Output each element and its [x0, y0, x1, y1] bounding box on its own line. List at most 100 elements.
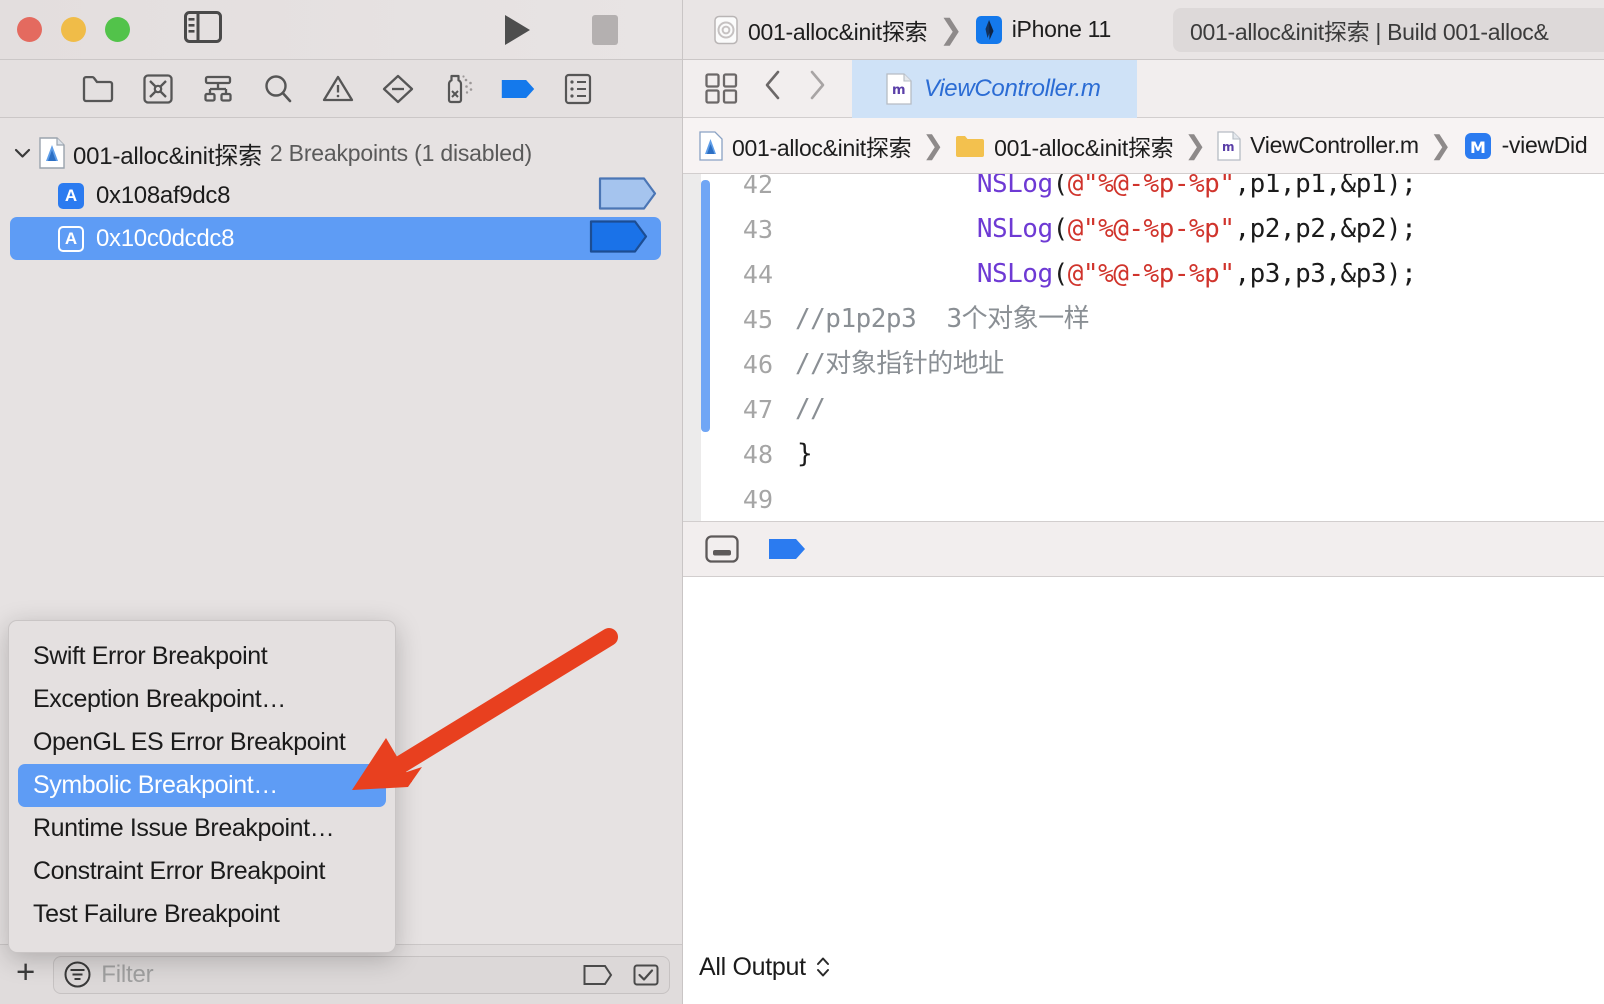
debug-bar — [683, 521, 1604, 577]
breadcrumb-label: 001-alloc&init探索 — [994, 134, 1174, 161]
breadcrumb-item-file[interactable]: m ViewController.m — [1217, 130, 1419, 161]
line-number: 47 — [742, 395, 773, 424]
chevron-right-icon: ❯ — [1184, 130, 1207, 160]
line-code: } — [797, 439, 813, 469]
svg-text:m: m — [1222, 140, 1234, 154]
scheme-selector[interactable]: 001-alloc&init探索 — [713, 13, 928, 47]
objc-m-file-icon: m — [886, 72, 912, 105]
stop-button[interactable] — [592, 15, 618, 45]
editor-pane: 001-alloc&init探索 ❯ iPhone 11 001-alloc&i… — [683, 0, 1604, 1004]
breakpoint-type-menu: Swift Error Breakpoint Exception Breakpo… — [8, 620, 396, 953]
nav-tab-find[interactable] — [260, 71, 296, 107]
simulator-icon — [975, 15, 1003, 45]
editor-file-tab[interactable]: m ViewController.m — [852, 59, 1137, 118]
breakpoint-row-0[interactable]: A 0x108af9dc8 — [0, 174, 682, 217]
source-editor[interactable]: 42 NSLog(@"%@-%p-%p",p1,p1,&p1); 43 NSLo… — [683, 174, 1604, 521]
xcode-project-icon — [39, 137, 65, 169]
nav-tab-report[interactable] — [560, 71, 596, 107]
line-number: 42 — [742, 174, 773, 199]
menu-item-symbolic-breakpoint[interactable]: Symbolic Breakpoint… — [18, 764, 386, 807]
breadcrumb-label: ViewController.m — [1250, 132, 1419, 158]
jump-bar-controls — [683, 70, 852, 108]
svg-text:M: M — [1470, 138, 1486, 157]
breakpoint-group-title: 001-alloc&init探索 — [73, 142, 262, 170]
change-indicator-bar — [701, 180, 710, 432]
destination-selector[interactable]: iPhone 11 — [975, 15, 1111, 45]
nav-tab-issue[interactable] — [320, 71, 356, 107]
filter-field[interactable]: Filter — [53, 955, 670, 994]
related-items-icon[interactable] — [705, 73, 738, 104]
navigator-pane: 001-alloc&init探索 2 Breakpoints (1 disabl… — [0, 0, 683, 1004]
run-stop-controls — [505, 0, 618, 60]
breadcrumb-item-project[interactable]: 001-alloc&init探索 — [699, 129, 912, 163]
console-filter-scope-label: All Output — [699, 952, 806, 981]
window-titlebar — [0, 0, 682, 60]
chevron-right-icon: ❯ — [922, 130, 945, 160]
breakpoint-row-1[interactable]: A 0x10c0dcdc8 — [10, 217, 661, 260]
breakpoint-type-badge: A — [58, 182, 84, 209]
menu-item-exception-breakpoint[interactable]: Exception Breakpoint… — [9, 678, 395, 721]
app-scheme-icon — [713, 15, 739, 45]
navigator-tab-bar — [0, 60, 682, 118]
line-number: 49 — [742, 485, 773, 514]
line-code: // — [795, 394, 826, 424]
build-status-text: 001-alloc&init探索 | Build 001-alloc& — [1190, 19, 1549, 45]
menu-item-runtime-issue-breakpoint[interactable]: Runtime Issue Breakpoint… — [9, 807, 395, 850]
sidebar-toggle-icon[interactable] — [184, 11, 222, 48]
nav-tab-source-control[interactable] — [140, 71, 176, 107]
breakpoint-flag-icon[interactable] — [767, 536, 807, 562]
breadcrumb-item-method[interactable]: M -viewDid — [1463, 131, 1588, 161]
breadcrumb-label: -viewDid — [1501, 132, 1588, 158]
console-output[interactable]: All Output — [683, 577, 1604, 1004]
scheme-name: 001-alloc&init探索 — [748, 18, 928, 45]
xcode-window: 001-alloc&init探索 2 Breakpoints (1 disabl… — [0, 0, 1604, 1004]
nav-tab-symbol[interactable] — [200, 71, 236, 107]
menu-item-opengl-es-error-breakpoint[interactable]: OpenGL ES Error Breakpoint — [9, 721, 395, 764]
editor-gutter — [683, 174, 701, 521]
traffic-lights — [17, 17, 130, 42]
breakpoint-flag-icon-enabled[interactable] — [589, 218, 649, 259]
navigator-filter-bar: + Filter — [0, 944, 682, 1004]
breadcrumb: 001-alloc&init探索 ❯ 001-alloc&init探索 ❯ m — [683, 118, 1604, 174]
close-button[interactable] — [17, 17, 42, 42]
nav-tab-test[interactable] — [380, 71, 416, 107]
line-number: 44 — [742, 260, 773, 289]
breakpoint-flag-outline-icon[interactable] — [583, 964, 613, 986]
checkbox-checked-icon[interactable] — [633, 964, 659, 986]
method-m-icon: M — [1463, 131, 1493, 161]
chevron-left-icon[interactable] — [764, 70, 782, 108]
add-breakpoint-button[interactable]: + — [8, 955, 43, 994]
minimize-button[interactable] — [61, 17, 86, 42]
build-status-bar[interactable]: 001-alloc&init探索 | Build 001-alloc& — [1173, 8, 1604, 52]
breakpoint-address-label: 0x10c0dcdc8 — [96, 224, 235, 252]
up-down-chevron-icon[interactable] — [815, 955, 831, 979]
console-filter-scope-selector[interactable]: All Output — [699, 953, 831, 982]
console-toggle-icon[interactable] — [705, 535, 739, 563]
code-line: 48 } — [701, 432, 1604, 477]
chevron-right-icon[interactable] — [808, 70, 826, 108]
menu-item-swift-error-breakpoint[interactable]: Swift Error Breakpoint — [9, 635, 395, 678]
code-line: 44 NSLog(@"%@-%p-%p",p3,p3,&p3); — [701, 252, 1604, 297]
line-code: //对象指针的地址 — [795, 349, 1004, 379]
breadcrumb-item-group[interactable]: 001-alloc&init探索 — [955, 129, 1174, 163]
run-button[interactable] — [505, 15, 530, 45]
scheme-toolbar: 001-alloc&init探索 ❯ iPhone 11 001-alloc&i… — [683, 0, 1604, 60]
nav-tab-project[interactable] — [80, 71, 116, 107]
zoom-button[interactable] — [105, 17, 130, 42]
filter-funnel-icon[interactable] — [64, 961, 91, 988]
nav-tab-breakpoint[interactable] — [500, 71, 536, 107]
menu-item-constraint-error-breakpoint[interactable]: Constraint Error Breakpoint — [9, 850, 395, 893]
breadcrumb-label: 001-alloc&init探索 — [732, 134, 912, 161]
breakpoint-flag-icon-disabled[interactable] — [598, 175, 658, 216]
code-line: 49 — [701, 477, 1604, 521]
breakpoint-type-badge: A — [58, 225, 84, 252]
nav-tab-debug[interactable] — [440, 71, 476, 107]
breakpoint-address-label: 0x108af9dc8 — [96, 181, 231, 209]
editor-jump-bar: m ViewController.m — [683, 59, 1604, 118]
chevron-down-icon[interactable] — [14, 145, 31, 162]
code-line: 46 //对象指针的地址 — [701, 342, 1604, 387]
editor-file-tab-name: ViewController.m — [924, 74, 1101, 102]
menu-item-test-failure-breakpoint[interactable]: Test Failure Breakpoint — [9, 893, 395, 936]
breakpoint-group-row[interactable]: 001-alloc&init探索 2 Breakpoints (1 disabl… — [0, 132, 682, 174]
breakpoint-group-subtitle: 2 Breakpoints (1 disabled) — [269, 139, 532, 166]
